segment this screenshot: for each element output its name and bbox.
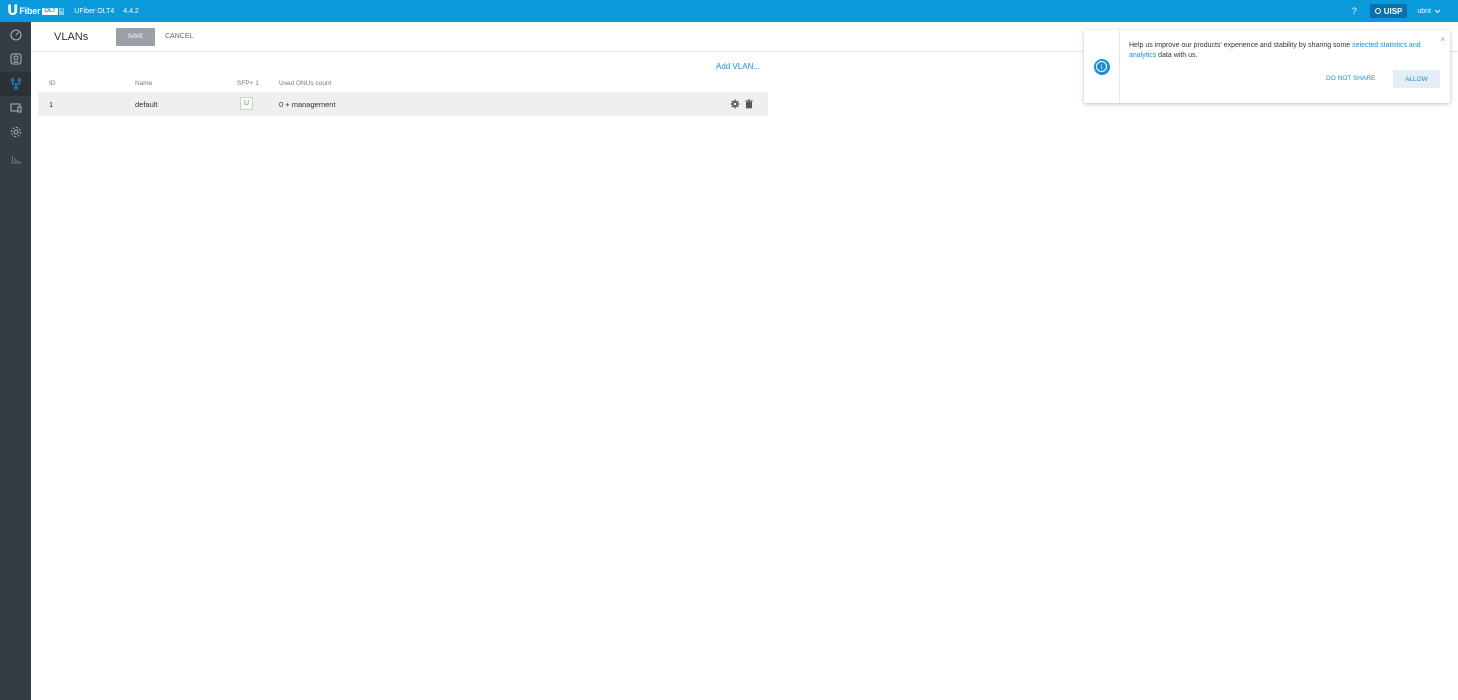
notification-text-before: Help us improve our products' experience… xyxy=(1129,42,1353,49)
firmware-version: 4.4.2 xyxy=(123,7,139,15)
uisp-icon xyxy=(1374,8,1381,14)
notification-text-after: data with us. xyxy=(1156,52,1198,59)
sfp-untagged-toggle[interactable]: U xyxy=(240,97,253,110)
vlan-name: default xyxy=(135,100,158,109)
chevron-down-icon xyxy=(1434,9,1441,13)
onu-device-icon xyxy=(10,53,21,65)
vlan-id: 1 xyxy=(49,100,54,109)
column-header-sfp: SFP+ 1 xyxy=(237,80,259,87)
logo-olt-number: 4 xyxy=(58,7,65,15)
dashboard-icon xyxy=(10,29,21,41)
gear-icon[interactable] xyxy=(730,99,740,109)
vlan-table: ID Name SFP+ 1 Used ONUs count 1 default… xyxy=(38,76,768,116)
column-header-onus: Used ONUs count xyxy=(279,80,332,87)
uisp-label: UISP xyxy=(1383,6,1403,16)
do-not-share-button[interactable]: DO NOT SHARE xyxy=(1326,75,1375,82)
sidebar-item-statistics[interactable] xyxy=(0,146,31,170)
devices-icon xyxy=(10,103,21,113)
used-onus-count: 0 + management xyxy=(279,100,336,109)
table-row[interactable]: 1 default U 0 + management xyxy=(38,92,768,116)
logo-u: U xyxy=(7,3,19,19)
close-icon[interactable]: × xyxy=(1440,35,1445,44)
top-bar: U Fiber OLT 4 UFiber OLT4 4.4.2 ? UISP u… xyxy=(0,0,1458,22)
user-menu[interactable]: ubnt xyxy=(1417,8,1441,15)
logo-text: Fiber xyxy=(19,6,41,16)
notification-message: Help us improve our products' experience… xyxy=(1129,41,1439,61)
username: ubnt xyxy=(1417,7,1431,15)
sidebar-item-settings[interactable] xyxy=(0,120,31,144)
sidebar-item-vlans[interactable] xyxy=(0,72,31,96)
analytics-consent-notification: i Help us improve our products' experien… xyxy=(1084,30,1450,103)
save-button[interactable]: SAVE xyxy=(116,28,155,46)
add-vlan-link[interactable]: Add VLAN... xyxy=(716,62,760,71)
help-icon[interactable]: ? xyxy=(1352,6,1357,16)
device-name: UFiber OLT4 xyxy=(74,7,115,15)
sidebar-item-dashboard[interactable] xyxy=(0,23,31,47)
logo-olt-badge: OLT xyxy=(42,7,58,15)
uisp-button[interactable]: UISP xyxy=(1369,4,1408,18)
allow-button[interactable]: ALLOW xyxy=(1393,70,1440,88)
statistics-icon xyxy=(10,156,21,164)
column-header-name: Name xyxy=(135,80,153,87)
column-header-id: ID xyxy=(49,80,56,87)
settings-icon xyxy=(10,127,21,137)
cancel-button[interactable]: CANCEL xyxy=(165,33,193,40)
sidebar xyxy=(0,22,31,700)
ufiber-logo[interactable]: U Fiber OLT 4 xyxy=(7,0,65,22)
sidebar-item-onu[interactable] xyxy=(0,47,31,71)
sidebar-item-devices[interactable] xyxy=(0,96,31,120)
table-header: ID Name SFP+ 1 Used ONUs count xyxy=(38,76,768,92)
vlan-network-icon xyxy=(10,78,21,90)
info-icon: i xyxy=(1093,58,1110,75)
trash-icon[interactable] xyxy=(744,99,754,109)
page-title: VLANs xyxy=(54,31,89,43)
